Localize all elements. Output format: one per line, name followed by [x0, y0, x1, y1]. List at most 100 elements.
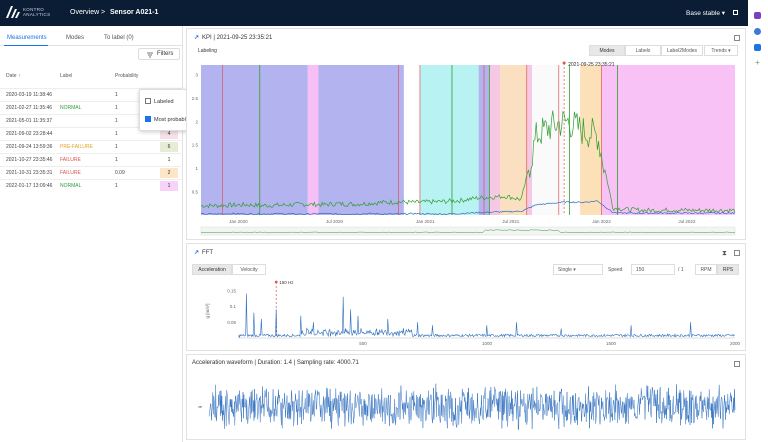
x-tick-label: Jan 2021: [416, 219, 435, 224]
col-date[interactable]: Date ↑: [6, 73, 20, 79]
row-date: 2021-05-01 11:35:37: [6, 118, 53, 124]
nav-overview[interactable]: Overview: [70, 9, 99, 16]
x-tick-label: 500: [359, 341, 367, 346]
labeled-checkbox[interactable]: [145, 98, 151, 104]
mode-badge: 2: [160, 168, 178, 178]
kpi-panel: ↗ KPI | 2021-09-25 23:35:21 Labeling Mode…: [186, 28, 746, 240]
mode-band: [489, 65, 501, 215]
kpi-title-text: KPI | 2021-09-25 23:35:21: [202, 35, 273, 41]
x-tick-label: 1500: [606, 341, 617, 346]
mode-band: [601, 65, 735, 215]
waveform-line: [208, 383, 736, 431]
col-label[interactable]: Label: [60, 73, 72, 79]
tab-to-label[interactable]: To label (0): [104, 35, 134, 41]
marker-dot: [562, 61, 566, 65]
marker-label: 150 Hz: [279, 280, 294, 285]
filter-option-most-probable[interactable]: Most probable: [145, 116, 189, 123]
trend-icon: ↗: [194, 250, 200, 256]
plugin-icon[interactable]: [754, 12, 761, 19]
x-tick-label: Jan 2022: [592, 219, 611, 224]
marker-label: 2021-09-25 23:35:21: [568, 62, 615, 68]
x-tick-label: Jul 2021: [502, 219, 520, 224]
filters-button[interactable]: Filters: [138, 48, 180, 60]
labeled-label: Labeled: [154, 99, 174, 105]
acceleration-tab[interactable]: Acceleration: [192, 264, 232, 275]
trend-icon: ↗: [194, 35, 200, 41]
table-row[interactable]: 2022-01-17 13:09:46 NORMAL 1 1: [0, 179, 183, 191]
filter-option-labeled[interactable]: Labeled: [145, 98, 174, 105]
row-label: NORMAL: [60, 105, 82, 111]
speed-input[interactable]: 150: [631, 264, 675, 275]
row-probability: 1: [115, 118, 118, 124]
tab-underline: [4, 45, 48, 46]
y-tick-label: 0.1: [230, 304, 237, 309]
mode-band: [318, 65, 404, 215]
row-probability: 1: [115, 131, 118, 137]
labels-button[interactable]: Labels: [625, 45, 661, 56]
x-tick-label: Jan 2020: [229, 219, 248, 224]
speed-divisor: / 1: [678, 267, 684, 273]
modes-button[interactable]: Modes: [589, 45, 625, 56]
mode-badge: 1: [160, 181, 178, 191]
col-probability[interactable]: Probability: [115, 73, 138, 79]
mode-badge: 6: [160, 142, 178, 152]
right-rail: +: [748, 0, 768, 442]
single-dropdown[interactable]: Single ▾: [553, 264, 603, 275]
y-tick-label: 2.5: [192, 96, 199, 101]
row-label: FAILURE: [60, 157, 81, 163]
label2modes-button[interactable]: Label2Modes: [661, 45, 703, 56]
expand-icon[interactable]: [734, 250, 740, 256]
range-selector: [200, 226, 736, 236]
row-probability: 1: [115, 105, 118, 111]
waveform-chart[interactable]: g: [187, 371, 745, 439]
row-date: 2021-09-02 23:28:44: [6, 131, 53, 137]
y-axis-label: g [m/s²]: [205, 303, 210, 318]
row-date: 2020-03-19 11:38:46: [6, 92, 53, 98]
hourglass-icon[interactable]: ⧗: [722, 250, 727, 258]
filter-icon: [147, 52, 153, 58]
fft-title-text: FFT: [202, 250, 214, 256]
fft-title: ↗ FFT: [194, 249, 213, 256]
mode-band: [201, 65, 308, 215]
x-tick-label: 1000: [482, 341, 493, 346]
waveform-title: Acceleration waveform | Duration: 1.4 | …: [192, 360, 359, 366]
expand-icon[interactable]: [734, 35, 740, 41]
fft-panel: ↗ FFT ⧗ Acceleration Velocity Single ▾ Sp…: [186, 243, 746, 351]
row-label: FAILURE: [60, 170, 81, 176]
add-icon[interactable]: +: [754, 59, 761, 67]
rps-button[interactable]: RPS: [717, 264, 739, 275]
trends-dropdown[interactable]: Trends ▾: [704, 45, 738, 56]
base-selector[interactable]: Base stable ▾: [686, 9, 725, 17]
marker-dot: [274, 280, 278, 284]
fft-chart[interactable]: 0.05 0.1 0.15 500 1000 1500 2000 g [m/s²] 150 Hz: [187, 276, 745, 350]
y-tick-label: 0.05: [227, 320, 236, 325]
expand-icon[interactable]: [734, 361, 740, 367]
top-bar: KONTRO ANALYTICS Overview > Sensor A021-…: [0, 0, 748, 26]
kpi-title: ↗ KPI | 2021-09-25 23:35:21: [194, 34, 272, 41]
row-probability: 0.09: [115, 170, 125, 176]
outlook-icon[interactable]: [754, 44, 761, 51]
row-date: 2021-02-27 11:35:46: [6, 105, 53, 111]
fullscreen-icon[interactable]: [733, 10, 738, 15]
table-row[interactable]: 2021-10-31 23:35:31 FAILURE 0.09 2: [0, 166, 183, 178]
tab-measurements[interactable]: Measurements: [7, 35, 47, 41]
y-tick-label: 0.15: [227, 288, 236, 293]
x-tick-label: Jul 2022: [678, 219, 696, 224]
waveform-panel: Acceleration waveform | Duration: 1.4 | …: [186, 354, 746, 440]
logo-icon: [6, 6, 20, 18]
row-probability: 1: [115, 157, 118, 163]
copilot-icon[interactable]: [754, 28, 761, 35]
tab-modes[interactable]: Modes: [66, 35, 84, 41]
mode-badge: 1: [160, 155, 178, 165]
row-date: 2021-10-27 23:35:46: [6, 157, 53, 163]
table-row[interactable]: 2021-10-27 23:35:46 FAILURE 1 1: [0, 153, 183, 165]
table-row[interactable]: 2021-09-24 13:59:36 PRE-FAILURE 1 6: [0, 140, 183, 152]
fft-line: [238, 293, 735, 338]
logo[interactable]: KONTRO ANALYTICS: [6, 5, 60, 21]
kpi-chart[interactable]: 2021-09-25 23:35:21 0.5 1 1.5 2 2.5 3 Jan 2020 J…: [187, 57, 745, 239]
rpm-button[interactable]: RPM: [695, 264, 717, 275]
row-label: PRE-FAILURE: [60, 144, 93, 150]
most-probable-checkbox[interactable]: [145, 116, 151, 122]
mode-band: [307, 65, 319, 215]
velocity-tab[interactable]: Velocity: [232, 264, 266, 275]
